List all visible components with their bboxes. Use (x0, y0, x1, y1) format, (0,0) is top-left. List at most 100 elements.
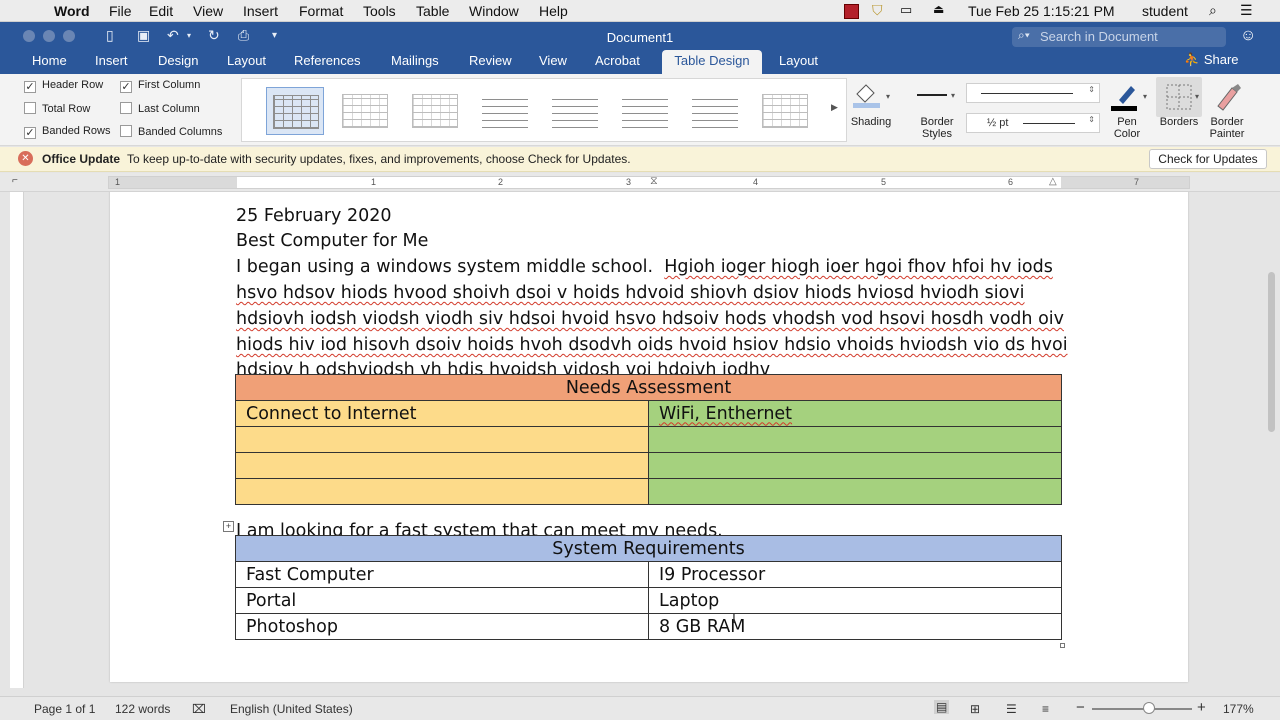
menu-edit[interactable]: Edit (149, 3, 173, 19)
tab-table-design[interactable]: Table Design (662, 50, 762, 74)
menu-file[interactable]: File (109, 3, 132, 19)
airplay-icon[interactable]: ▭ (900, 2, 912, 18)
table-cell[interactable] (647, 452, 1063, 479)
table-cell[interactable]: Laptop (647, 587, 1063, 614)
menu-format[interactable]: Format (299, 3, 343, 19)
banded-columns-checkbox[interactable]: Banded Columns (120, 125, 222, 138)
pen-color-dropdown-icon[interactable]: ▾ (1143, 92, 1147, 101)
tab-layout[interactable]: Layout (227, 53, 266, 68)
search-input[interactable]: ⌕▾ Search in Document (1012, 27, 1226, 47)
pen-color-icon[interactable] (1107, 82, 1141, 112)
language[interactable]: English (United States) (230, 702, 353, 716)
menu-tools[interactable]: Tools (363, 3, 396, 19)
total-row-checkbox[interactable]: Total Row (24, 102, 90, 115)
tab-acrobat[interactable]: Acrobat (595, 53, 640, 68)
table-style-plain-5[interactable] (616, 87, 674, 135)
borders-dropdown-icon[interactable]: ▾ (1195, 92, 1199, 101)
document-page[interactable]: 25 February 2020 Best Computer for Me I … (110, 192, 1188, 682)
heading-line[interactable]: Best Computer for Me (236, 231, 428, 251)
table-style-plain-7[interactable] (756, 87, 814, 135)
zoom-level[interactable]: 177% (1223, 702, 1254, 716)
table-style-plain-3[interactable] (476, 87, 534, 135)
zoom-slider-knob[interactable] (1143, 702, 1155, 714)
horizontal-ruler[interactable]: ⌐ 1 1 2 3 4 5 6 7 ⧖ △ (0, 173, 1280, 192)
clock[interactable]: Tue Feb 25 1:15:21 PM (968, 3, 1115, 19)
line-weight-select[interactable]: ½ pt ⇕ (966, 113, 1100, 133)
shield-icon[interactable]: ⛉ (872, 2, 883, 19)
vertical-scrollbar[interactable] (1268, 272, 1275, 432)
system-requirements-table[interactable]: System Requirements Fast Computer I9 Pro… (234, 535, 1063, 640)
table-cell[interactable] (647, 426, 1063, 453)
menu-insert[interactable]: Insert (243, 3, 278, 19)
gallery-expand-icon[interactable]: ▶ (831, 102, 838, 113)
menu-table[interactable]: Table (416, 3, 449, 19)
paragraph-line-4[interactable]: hiods hiv iod hisovh dsoiv hoids hvoh ds… (236, 335, 1068, 355)
zoom-in-icon[interactable]: + (1197, 699, 1206, 716)
menu-window[interactable]: Window (469, 3, 519, 19)
print-layout-view-icon[interactable]: ▤ (934, 700, 950, 714)
table-title-cell[interactable]: Needs Assessment (234, 374, 1063, 401)
paragraph-line-2[interactable]: hsvo hdsov hiods hvood shoivh dsoi v hoi… (236, 283, 1025, 303)
indent-marker-icon[interactable]: ⧖ (650, 175, 658, 188)
page-count[interactable]: Page 1 of 1 (34, 702, 95, 716)
right-indent-marker-icon[interactable]: △ (1049, 176, 1057, 187)
zoom-out-icon[interactable]: − (1076, 699, 1085, 716)
table-style-plain-2[interactable] (406, 87, 464, 135)
border-styles-icon[interactable] (917, 94, 947, 96)
tab-table-layout[interactable]: Layout (779, 53, 818, 68)
table-cell[interactable]: Fast Computer (235, 561, 649, 588)
table-style-plain-1[interactable] (336, 87, 394, 135)
user-menu[interactable]: student (1142, 3, 1188, 19)
table-style-plain-6[interactable] (686, 87, 744, 135)
table-cell[interactable] (235, 452, 649, 479)
first-column-checkbox[interactable]: ✓ First Column (120, 79, 200, 93)
paragraph-line-3[interactable]: hdsiovh iodsh viodsh viodh siv hdsoi hvo… (236, 309, 1064, 329)
status-app-icon[interactable] (844, 4, 859, 19)
shading-dropdown-icon[interactable]: ▾ (886, 92, 890, 101)
table-cell[interactable]: 8 GB RAM (647, 613, 1063, 640)
eject-icon[interactable]: ⏏ (933, 2, 944, 16)
tab-insert[interactable]: Insert (95, 53, 128, 68)
tab-design[interactable]: Design (158, 53, 198, 68)
share-button[interactable]: ⛹ Share (1184, 52, 1239, 68)
header-row-checkbox[interactable]: ✓ Header Row (24, 79, 103, 93)
document-canvas[interactable]: 25 February 2020 Best Computer for Me I … (24, 192, 1270, 688)
spotlight-icon[interactable]: ⌕ (1209, 2, 1217, 19)
check-for-updates-button[interactable]: Check for Updates (1149, 149, 1267, 169)
tab-stop-selector-icon[interactable]: ⌐ (12, 175, 18, 186)
table-cell[interactable] (647, 478, 1063, 505)
banded-rows-checkbox[interactable]: ✓ Banded Rows (24, 125, 111, 139)
table-cell[interactable] (235, 478, 649, 505)
dismiss-icon[interactable]: ✕ (18, 151, 33, 166)
web-layout-view-icon[interactable]: ⊞ (970, 702, 980, 716)
last-column-checkbox[interactable]: Last Column (120, 102, 200, 115)
word-count[interactable]: 122 words (115, 702, 170, 716)
tab-review[interactable]: Review (469, 53, 512, 68)
table-cell[interactable]: Photoshop (235, 613, 649, 640)
menu-help[interactable]: Help (539, 3, 568, 19)
tab-home[interactable]: Home (32, 53, 67, 68)
table-move-handle-icon[interactable]: + (223, 521, 234, 532)
table-style-plain-4[interactable] (546, 87, 604, 135)
table-resize-handle-icon[interactable] (1060, 643, 1065, 648)
feedback-smiley-icon[interactable]: ☺ (1240, 27, 1256, 45)
draft-view-icon[interactable]: ≡ (1042, 702, 1049, 716)
border-painter-icon[interactable] (1210, 82, 1244, 112)
date-line[interactable]: 25 February 2020 (236, 206, 391, 226)
tab-references[interactable]: References (294, 53, 360, 68)
shading-icon[interactable] (852, 80, 882, 110)
border-styles-dropdown-icon[interactable]: ▾ (951, 91, 955, 100)
app-menu[interactable]: Word (54, 3, 90, 19)
menu-view[interactable]: View (193, 3, 223, 19)
table-cell[interactable]: Portal (235, 587, 649, 614)
notification-center-icon[interactable]: ☰ (1240, 2, 1253, 19)
paragraph-line-1[interactable]: I began using a windows system middle sc… (236, 257, 1053, 277)
table-cell[interactable] (235, 426, 649, 453)
table-style-grid[interactable] (266, 87, 324, 135)
outline-view-icon[interactable]: ☰ (1006, 702, 1017, 716)
proofing-icon[interactable]: ⌧ (192, 702, 206, 716)
tab-view[interactable]: View (539, 53, 567, 68)
needs-assessment-table[interactable]: Needs Assessment Connect to Internet WiF… (234, 374, 1063, 505)
table-cell[interactable]: I9 Processor (647, 561, 1063, 588)
vertical-ruler[interactable] (10, 192, 24, 688)
